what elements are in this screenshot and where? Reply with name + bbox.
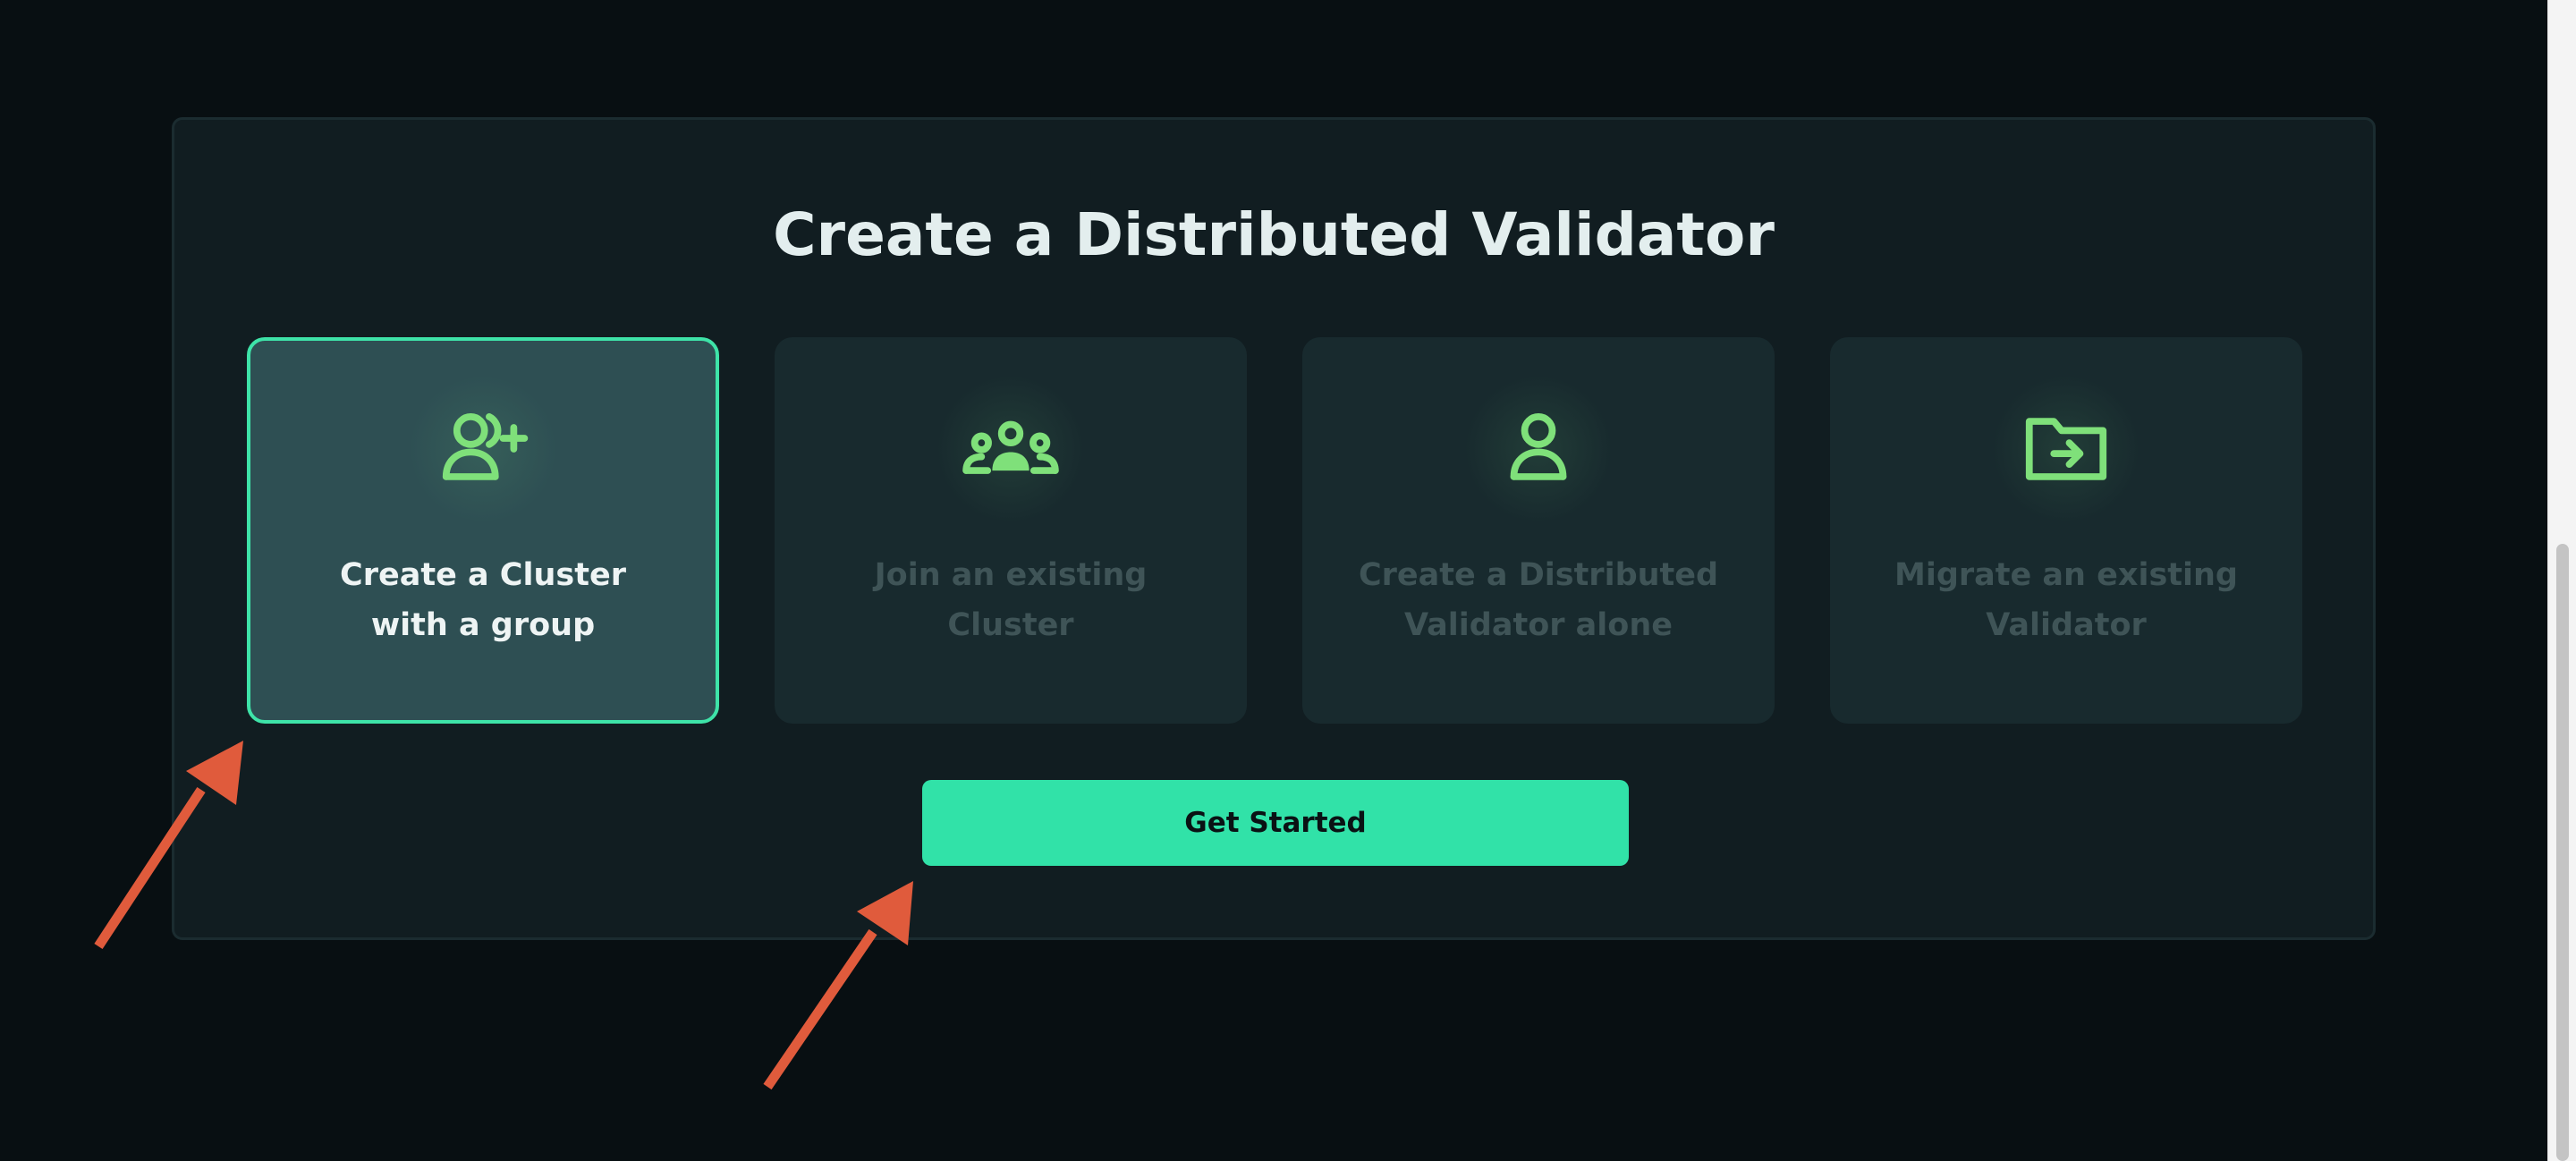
option-card-migrate-validator[interactable]: Migrate an existing Validator (1830, 337, 2302, 724)
get-started-button[interactable]: Get Started (922, 780, 1629, 866)
option-label: Create a Cluster with a group (340, 557, 626, 643)
annotation-arrow-button (763, 928, 877, 1090)
option-label: Migrate an existing Validator (1894, 557, 2238, 643)
folder-import-icon (1986, 369, 2147, 530)
user-icon (1458, 369, 1619, 530)
user-add-icon (402, 369, 564, 530)
option-card-join-cluster[interactable]: Join an existing Cluster (775, 337, 1247, 724)
page-viewport: Create a Distributed Validator Create a … (0, 0, 2547, 1161)
option-card-create-alone[interactable]: Create a Distributed Validator alone (1302, 337, 1775, 724)
create-validator-panel: Create a Distributed Validator Create a … (172, 117, 2376, 940)
option-label: Create a Distributed Validator alone (1358, 557, 1719, 643)
page-scrollbar-thumb[interactable] (2556, 544, 2569, 1161)
page-title: Create a Distributed Validator (773, 200, 1775, 269)
option-card-create-cluster-group[interactable]: Create a Cluster with a group (247, 337, 719, 724)
option-label: Join an existing Cluster (874, 557, 1148, 643)
group-icon (930, 369, 1091, 530)
